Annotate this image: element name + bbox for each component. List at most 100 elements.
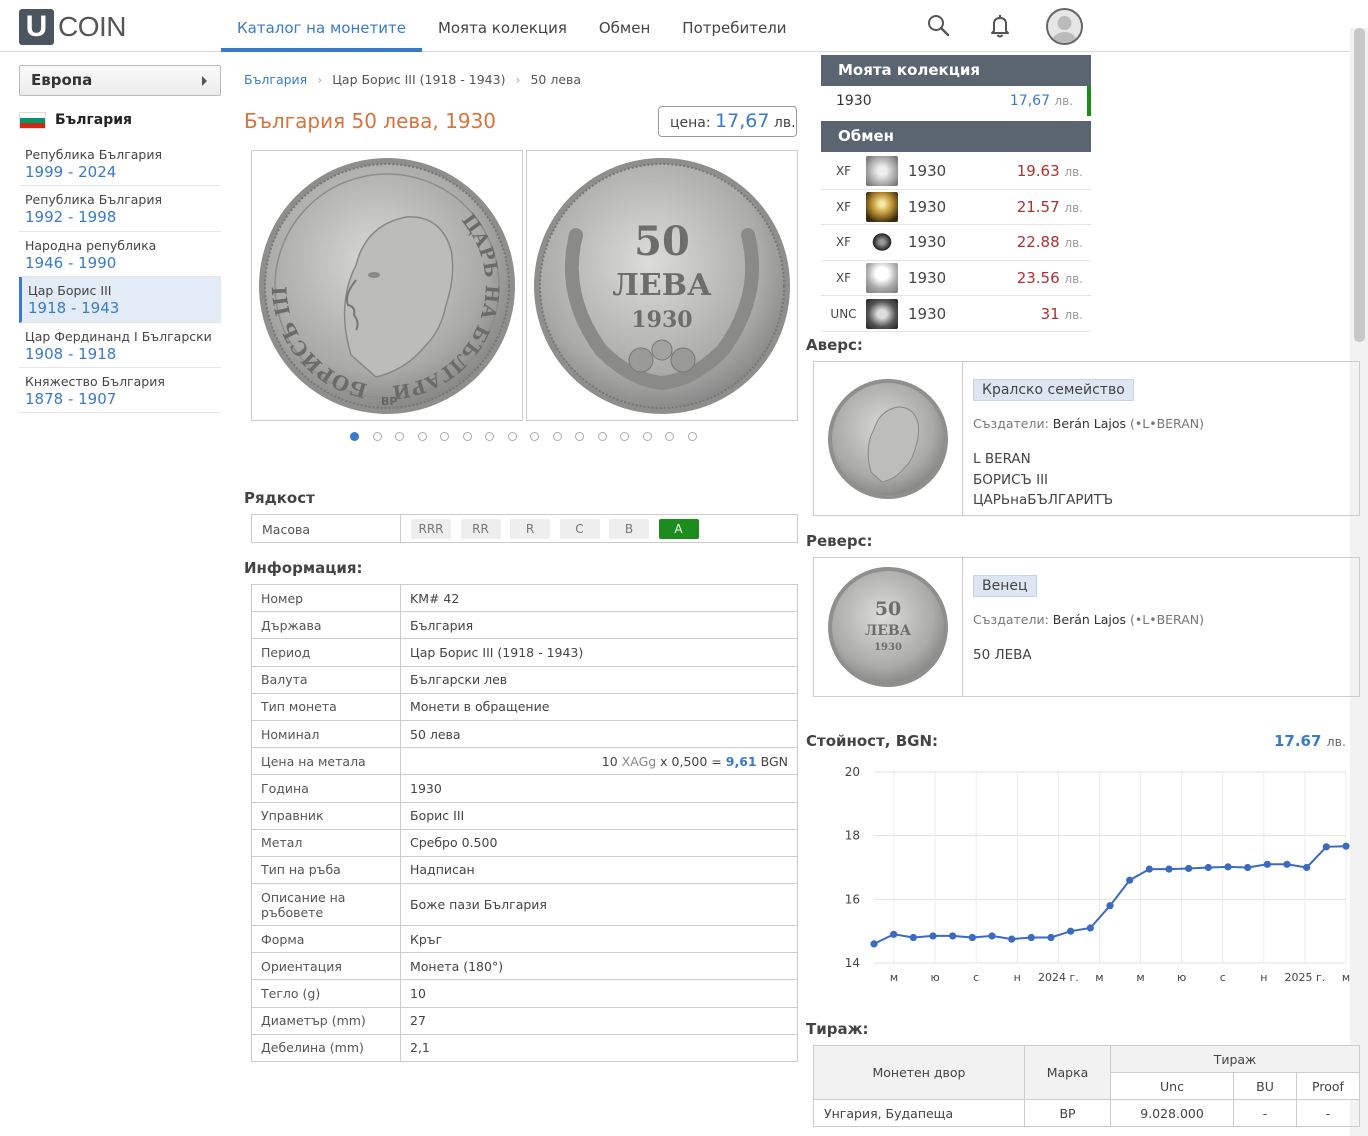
chart-point[interactable]	[929, 932, 937, 940]
exchange-row[interactable]: XF 1930 23.56 лв.	[821, 261, 1091, 297]
gallery-dot[interactable]	[552, 432, 562, 441]
collection-row[interactable]: 1930 17,67 лв.	[821, 86, 1091, 116]
ucoin-logo[interactable]: U COIN	[19, 9, 127, 45]
breadcrumb-period[interactable]: Цар Борис III (1918 - 1943)	[332, 72, 505, 87]
chart-point[interactable]	[1185, 864, 1193, 873]
breadcrumb-country[interactable]: България	[244, 72, 307, 87]
chart-point[interactable]	[1165, 865, 1173, 873]
obverse-thumb[interactable]	[814, 362, 963, 515]
chart-point[interactable]	[870, 940, 878, 948]
table-row: Период Цар Борис III (1918 - 1943)	[251, 638, 798, 667]
exchange-row[interactable]: XF 1930 21.57 лв.	[821, 190, 1091, 226]
chart-point[interactable]	[1224, 863, 1232, 871]
chart-point[interactable]	[1126, 876, 1134, 884]
reverse-inscription: 50 ЛЕВА	[973, 647, 1032, 663]
country-heading[interactable]: България	[19, 111, 221, 129]
gallery-dot[interactable]	[530, 432, 539, 441]
chart-point[interactable]	[1106, 902, 1114, 910]
gallery-dot[interactable]	[575, 432, 584, 441]
collection-header[interactable]: Моята колекция	[821, 55, 1091, 86]
gallery-dot[interactable]	[665, 432, 674, 441]
nav-catalog[interactable]: Каталог на монетите	[221, 0, 422, 52]
coin-obverse-image[interactable]: БОРИСЪ III ЦАРЬ НА БЪЛГАРИТЪ BP	[251, 150, 523, 421]
period-item[interactable]: Република България 1992 - 1998	[19, 186, 221, 232]
exchange-thumb[interactable]	[866, 263, 898, 294]
chart-point[interactable]	[1086, 924, 1094, 932]
reverse-tag[interactable]: Венец	[973, 575, 1037, 597]
chart-point[interactable]	[1244, 863, 1252, 872]
period-item[interactable]: Цар Фердинанд I Български 1908 - 1918	[19, 323, 221, 368]
gallery-dot[interactable]	[620, 432, 629, 441]
exchange-row[interactable]: XF 1930 19.63 лв.	[821, 154, 1091, 190]
coin-reverse-image[interactable]: 50 ЛЕВА 1930	[526, 150, 798, 421]
mintage-table: Монетен двор Марка Тираж Unc BU Proof Ун…	[813, 1045, 1360, 1127]
info-key: Период	[251, 638, 401, 667]
gallery-dot[interactable]	[462, 432, 472, 441]
chart-xtick: ю	[930, 971, 939, 984]
chart-point[interactable]	[1283, 860, 1291, 868]
bulgaria-flag-icon	[19, 111, 46, 129]
obverse-box: Кралско семейство Създатели: Berán Lajos…	[813, 361, 1360, 516]
chart-point[interactable]	[1342, 842, 1350, 850]
gallery-dot[interactable]	[642, 432, 652, 441]
exchange-thumb[interactable]	[866, 191, 898, 222]
gallery-dot[interactable]	[372, 432, 382, 441]
exchange-header[interactable]: Обмен	[821, 121, 1091, 152]
nav-my-collection[interactable]: Моята колекция	[422, 0, 583, 52]
exchange-thumb[interactable]	[866, 298, 898, 329]
chart-point[interactable]	[909, 933, 917, 942]
gallery-dot[interactable]	[485, 432, 494, 441]
gallery-dot[interactable]	[440, 432, 449, 441]
chart-point[interactable]	[1027, 933, 1035, 942]
gallery-dot[interactable]	[507, 432, 517, 441]
value-title: Стойност, BGN:	[806, 732, 938, 750]
nav-exchange[interactable]: Обмен	[583, 0, 666, 52]
main-nav: Каталог на монетите Моята колекция Обмен…	[221, 0, 803, 52]
period-item[interactable]: Народна република 1946 - 1990	[19, 232, 221, 278]
info-value: Кръг	[400, 925, 798, 954]
user-avatar[interactable]	[1046, 8, 1083, 45]
chart-point[interactable]	[949, 932, 957, 940]
chart-point[interactable]	[1008, 935, 1016, 943]
bell-icon[interactable]	[986, 12, 1014, 40]
chart-point[interactable]	[890, 930, 898, 938]
info-key: Номинал	[251, 719, 401, 749]
exchange-row[interactable]: UNC 1930 31 лв.	[821, 296, 1091, 332]
period-name: Република България	[25, 147, 163, 162]
chart-point[interactable]	[1067, 927, 1075, 935]
chart-point[interactable]	[1204, 863, 1212, 872]
logo-text: COIN	[58, 11, 127, 42]
gallery-dot[interactable]	[687, 432, 697, 441]
gallery-dot[interactable]	[350, 432, 359, 441]
region-select[interactable]: Европа	[19, 65, 221, 96]
table-row: Диаметър (mm) 27	[251, 1006, 798, 1035]
chart-point[interactable]	[968, 933, 976, 942]
chart-point[interactable]	[1047, 933, 1055, 942]
search-icon[interactable]	[925, 12, 953, 40]
chart-point[interactable]	[1322, 843, 1330, 851]
chart-xtick: м	[890, 971, 898, 984]
chart-series-line	[873, 845, 1347, 945]
table-row[interactable]: Унгария, Будапеща BP 9.028.000 - -	[813, 1099, 1360, 1127]
obverse-tag[interactable]: Кралско семейство	[973, 379, 1134, 401]
gallery-dot[interactable]	[417, 432, 427, 441]
value-chart[interactable]: 14 16 18 20 м ю с н 2024 г. м м ю с н 2025 г. м	[806, 760, 1351, 990]
mintage-head-unc: Unc	[1110, 1072, 1234, 1100]
chart-point[interactable]	[1263, 860, 1271, 868]
scroll-thumb[interactable]	[1354, 28, 1365, 342]
gallery-dot[interactable]	[597, 432, 607, 441]
nav-users[interactable]: Потребители	[666, 0, 802, 52]
reverse-thumb[interactable]: 50 ЛЕВА 1930	[814, 558, 963, 696]
exchange-thumb[interactable]	[866, 227, 898, 258]
period-item[interactable]: Република България 1999 - 2024	[19, 141, 221, 187]
gallery-dot[interactable]	[395, 432, 404, 441]
exchange-row[interactable]: XF 1930 22.88 лв.	[821, 225, 1091, 261]
chart-point[interactable]	[1145, 865, 1153, 873]
period-item[interactable]: Княжество България 1878 - 1907	[19, 368, 221, 414]
chart-point[interactable]	[1303, 863, 1311, 872]
chart-point[interactable]	[988, 932, 996, 940]
period-item-active[interactable]: Цар Борис III 1918 - 1943	[19, 277, 221, 323]
mintage-bu: -	[1233, 1099, 1297, 1127]
metal-price-value: 10 XAGg x 0,500 = 9,61 BGN	[400, 747, 798, 776]
exchange-thumb[interactable]	[866, 156, 898, 187]
